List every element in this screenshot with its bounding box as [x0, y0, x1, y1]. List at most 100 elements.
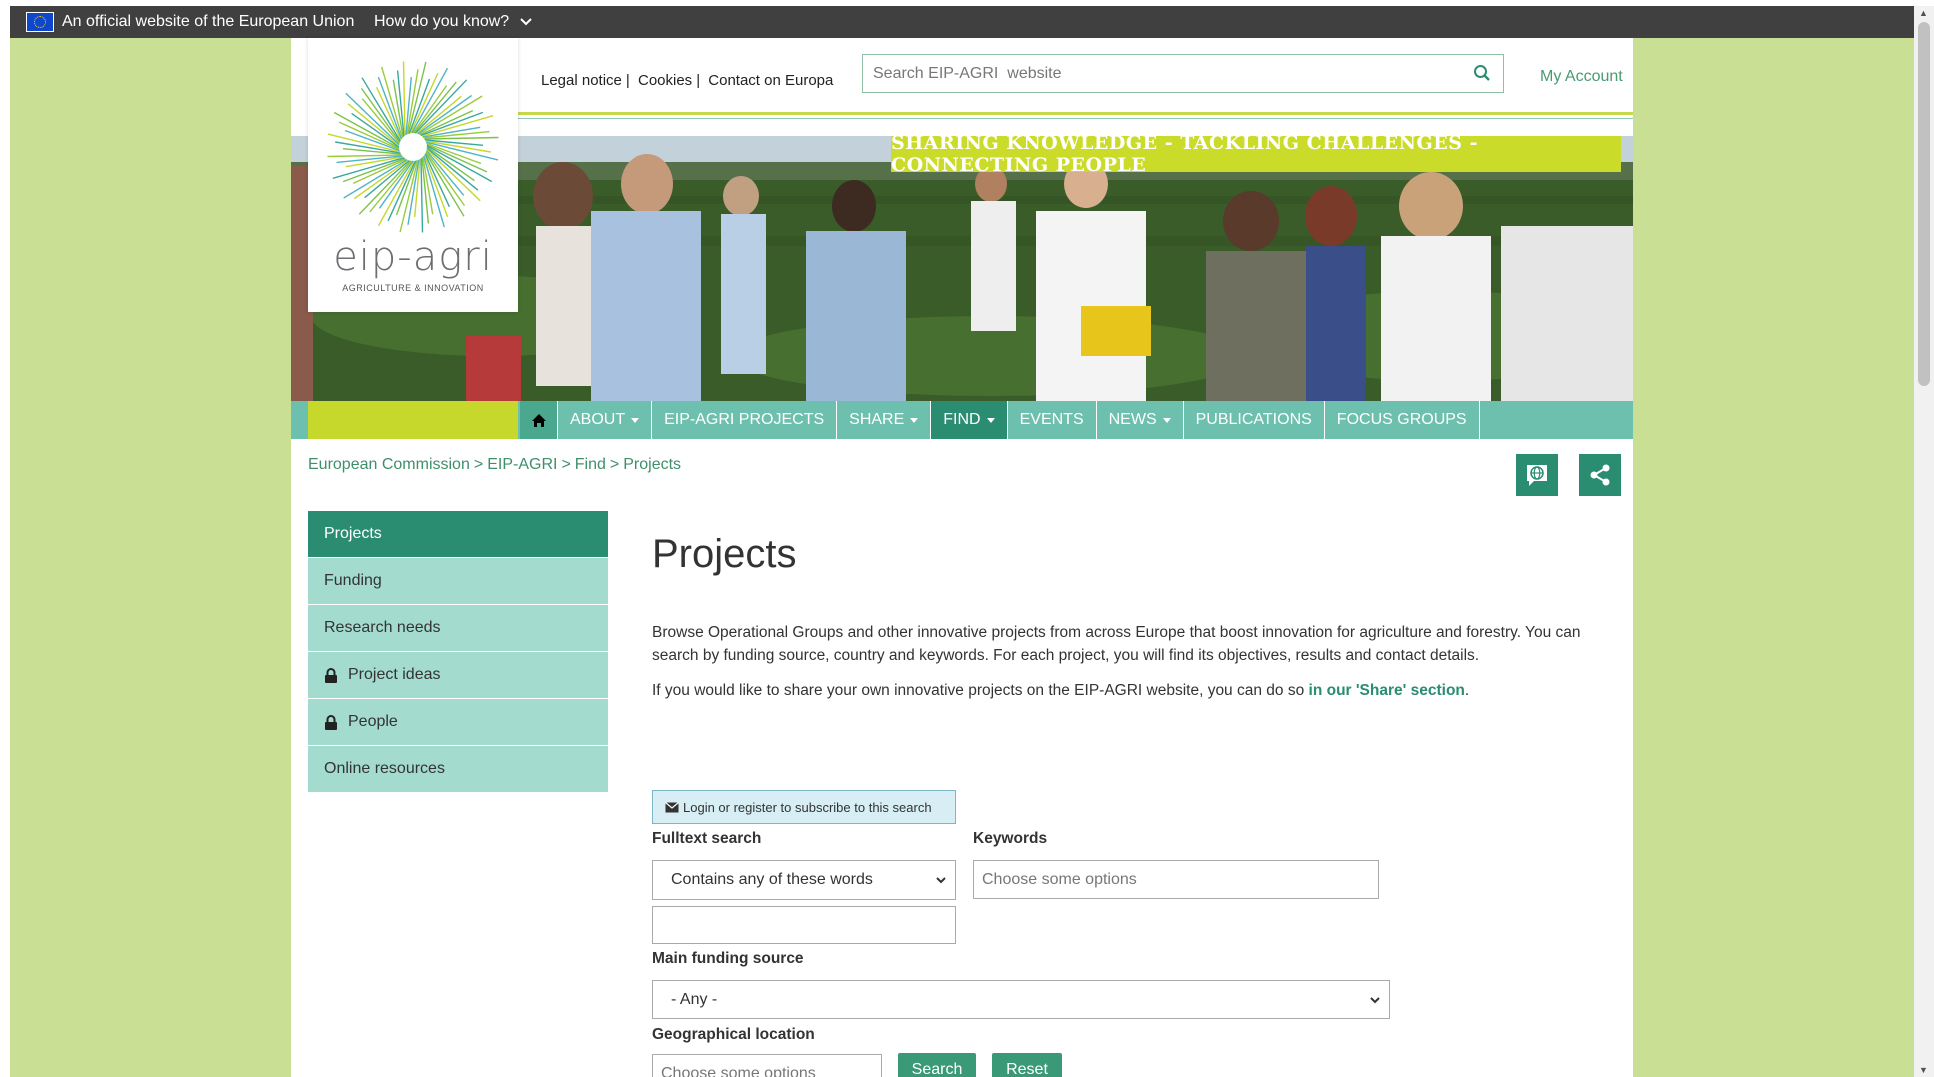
cookies-link[interactable]: Cookies [638, 72, 692, 89]
header-accent-line [518, 112, 1633, 115]
sidebar-item-people[interactable]: People [308, 699, 608, 745]
geographical-location-label: Geographical location [652, 1026, 815, 1043]
language-button[interactable] [1516, 454, 1558, 496]
scroll-up-arrow-icon[interactable]: ▲ [1919, 8, 1928, 18]
nav-find[interactable]: FIND [931, 401, 1008, 439]
search-button[interactable]: Search [898, 1053, 976, 1077]
chevron-down-icon [519, 18, 532, 26]
lock-icon [325, 714, 337, 730]
sidebar-item-label: People [348, 713, 398, 730]
sidebar-item-funding[interactable]: Funding [308, 558, 608, 604]
fulltext-mode-value: Contains any of these words [671, 871, 873, 888]
main-funding-source-label: Main funding source [652, 950, 804, 967]
scrollbar-thumb[interactable] [1918, 22, 1930, 386]
keywords-label: Keywords [973, 830, 1048, 847]
eu-official-text: An official website of the European Unio… [62, 13, 355, 30]
sidebar-item-projects[interactable]: Projects [308, 511, 608, 557]
site-search [862, 54, 1504, 93]
caret-down-icon [631, 417, 640, 423]
sidebar-item-label: Project ideas [348, 666, 441, 683]
nav-events[interactable]: EVENTS [1008, 401, 1097, 439]
breadcrumb-projects[interactable]: Projects [623, 456, 681, 473]
subscribe-search-button[interactable]: Login or register to subscribe to this s… [652, 790, 956, 824]
page-title: Projects [652, 532, 797, 576]
search-input[interactable] [873, 55, 1453, 92]
how-do-you-know-label: How do you know? [374, 13, 510, 30]
logo-subtitle: AGRICULTURE & INNOVATION [342, 283, 484, 293]
geographical-location-input[interactable]: Choose some options [652, 1054, 882, 1077]
home-icon [531, 413, 546, 427]
sidebar-item-label: Funding [324, 572, 382, 589]
subscribe-label: Login or register to subscribe to this s… [683, 799, 932, 815]
share-icon [1590, 464, 1610, 486]
caret-down-icon [1162, 417, 1171, 423]
nav-news-label: NEWS [1108, 411, 1157, 428]
sidebar-item-label: Projects [324, 525, 382, 542]
lock-icon [325, 667, 337, 683]
nav-focus-groups[interactable]: FOCUS GROUPS [1325, 401, 1480, 439]
main-navigation: ABOUT EIP-AGRI PROJECTS SHARE FIND EVENT… [291, 401, 1633, 439]
logo-wordmark: eip-agri [333, 234, 493, 280]
chevron-down-icon [936, 877, 946, 884]
top-links: Legal notice | Cookies | Contact on Europa [541, 72, 834, 89]
sidebar-menu: Projects Funding Research needs Project … [308, 511, 608, 793]
share-paragraph: If you would like to share your own inno… [652, 682, 1470, 699]
sidebar-item-research-needs[interactable]: Research needs [308, 605, 608, 651]
breadcrumb-european-commission[interactable]: European Commission [308, 456, 470, 473]
legal-notice-link[interactable]: Legal notice [541, 72, 622, 89]
main-funding-source-select[interactable]: - Any - [652, 980, 1390, 1019]
fulltext-search-input[interactable] [652, 906, 956, 944]
sidebar-item-online-resources[interactable]: Online resources [308, 746, 608, 792]
page-container: eip-agri AGRICULTURE & INNOVATION Legal … [291, 38, 1633, 1077]
intro-line-2: search by funding source, country and ke… [652, 647, 1480, 664]
nav-find-label: FIND [943, 411, 981, 428]
chevron-down-icon [1370, 997, 1380, 1004]
eip-agri-logo[interactable]: eip-agri AGRICULTURE & INNOVATION [308, 38, 518, 312]
share-button[interactable] [1579, 454, 1621, 496]
nav-eip-agri-projects[interactable]: EIP-AGRI PROJECTS [652, 401, 838, 439]
nav-share-label: SHARE [849, 411, 905, 428]
nav-about-label: ABOUT [570, 411, 626, 428]
nav-eip-agri-projects-label: EIP-AGRI PROJECTS [664, 411, 825, 428]
sidebar-item-label: Research needs [324, 619, 441, 636]
contact-europa-link[interactable]: Contact on Europa [708, 72, 833, 89]
vertical-scrollbar[interactable]: ▲ ▼ [1914, 6, 1934, 1077]
nav-publications-label: PUBLICATIONS [1195, 411, 1312, 428]
sidebar-item-project-ideas[interactable]: Project ideas [308, 652, 608, 698]
how-do-you-know-toggle[interactable]: How do you know? [374, 13, 532, 31]
globe-chat-icon [1527, 465, 1547, 486]
main-content: Projects [652, 532, 1622, 577]
nav-about[interactable]: ABOUT [558, 401, 653, 439]
scroll-down-arrow-icon[interactable]: ▼ [1919, 1065, 1928, 1075]
keywords-placeholder: Choose some options [982, 870, 1137, 888]
reset-button[interactable]: Reset [992, 1053, 1062, 1077]
geographical-location-placeholder: Choose some options [661, 1065, 816, 1077]
nav-events-label: EVENTS [1019, 411, 1084, 428]
nav-focus-groups-label: FOCUS GROUPS [1336, 411, 1467, 428]
my-account-link[interactable]: My Account [1540, 68, 1623, 86]
nav-publications[interactable]: PUBLICATIONS [1184, 401, 1325, 439]
nav-news[interactable]: NEWS [1097, 401, 1184, 439]
envelope-icon [665, 801, 679, 812]
share-text: If you would like to share your own inno… [652, 682, 1309, 699]
caret-down-icon [986, 417, 995, 423]
eu-flag-icon [26, 12, 54, 32]
intro-paragraph: Browse Operational Groups and other inno… [652, 621, 1632, 667]
search-icon[interactable] [1473, 64, 1491, 82]
eu-official-bar: An official website of the European Unio… [10, 6, 1914, 38]
nav-home[interactable] [520, 401, 558, 439]
breadcrumb-find[interactable]: Find [575, 456, 606, 473]
nav-share[interactable]: SHARE [837, 401, 932, 439]
browser-viewport: An official website of the European Unio… [10, 6, 1914, 1077]
share-section-link[interactable]: in our 'Share' section [1309, 682, 1465, 699]
caret-down-icon [910, 417, 919, 423]
breadcrumb-eip-agri[interactable]: EIP-AGRI [487, 456, 557, 473]
header-accent-line-thin [518, 118, 1633, 119]
intro-line-1: Browse Operational Groups and other inno… [652, 624, 1581, 641]
starburst-logo-icon [327, 61, 499, 233]
breadcrumb: European Commission > EIP-AGRI > Find > Projec… [308, 456, 682, 473]
nav-lime-block [308, 401, 518, 439]
main-funding-source-value: - Any - [671, 990, 718, 1008]
keywords-input[interactable]: Choose some options [973, 860, 1379, 899]
fulltext-mode-select[interactable]: Contains any of these words [652, 860, 956, 900]
